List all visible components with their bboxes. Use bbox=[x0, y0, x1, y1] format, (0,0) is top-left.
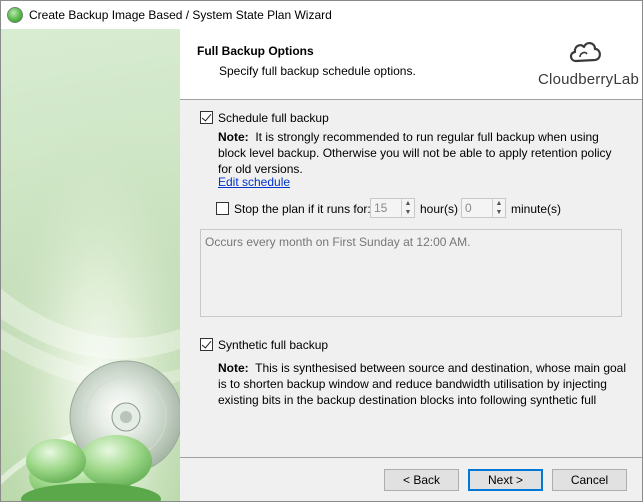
hours-unit-label: hour(s) bbox=[420, 202, 459, 216]
synthetic-note: Note: This is synthesised between source… bbox=[218, 360, 628, 408]
title-bar[interactable]: Create Backup Image Based / System State… bbox=[1, 1, 642, 29]
stop-plan-label[interactable]: Stop the plan if it runs for: bbox=[234, 202, 371, 216]
minutes-unit-label: minute(s) bbox=[511, 202, 562, 216]
cancel-button[interactable]: Cancel bbox=[552, 469, 627, 491]
note-text: It is strongly recommended to run regula… bbox=[218, 130, 612, 176]
chevron-down-icon[interactable]: ▼ bbox=[493, 208, 505, 217]
schedule-summary-box[interactable]: Occurs every month on First Sunday at 12… bbox=[200, 229, 622, 317]
back-button[interactable]: < Back bbox=[384, 469, 459, 491]
sidebar-illustration bbox=[1, 29, 180, 501]
stop-plan-checkbox[interactable] bbox=[216, 202, 229, 215]
note-label: Note: bbox=[218, 361, 249, 375]
hours-stepper[interactable]: 15 ▲ ▼ bbox=[370, 198, 415, 218]
synthetic-full-backup-label[interactable]: Synthetic full backup bbox=[218, 338, 328, 352]
schedule-full-note: Note: It is strongly recommended to run … bbox=[218, 129, 628, 177]
disc-cloud-illustration-icon bbox=[1, 29, 180, 501]
note-label: Note: bbox=[218, 130, 249, 144]
chevron-down-icon[interactable]: ▼ bbox=[402, 208, 414, 217]
hours-value: 15 bbox=[374, 201, 388, 215]
note-text: This is synthesised between source and d… bbox=[218, 361, 627, 407]
chevron-up-icon[interactable]: ▲ bbox=[402, 199, 414, 208]
options-panel: Schedule full backup Note: It is strongl… bbox=[180, 101, 642, 455]
wizard-header: Full Backup Options Specify full backup … bbox=[180, 29, 642, 100]
cloudberry-logo: CloudberryLab bbox=[536, 37, 639, 93]
edit-schedule-link[interactable]: Edit schedule bbox=[218, 175, 290, 189]
schedule-full-backup-checkbox[interactable] bbox=[200, 111, 213, 124]
logo-text: CloudberryLab bbox=[538, 71, 639, 88]
footer-divider bbox=[180, 457, 642, 458]
window-title: Create Backup Image Based / System State… bbox=[29, 8, 332, 22]
cloud-logo-icon bbox=[569, 42, 601, 63]
wizard-window: Create Backup Image Based / System State… bbox=[0, 0, 643, 502]
app-icon bbox=[7, 7, 23, 23]
schedule-full-backup-label[interactable]: Schedule full backup bbox=[218, 111, 329, 125]
synthetic-full-backup-checkbox[interactable] bbox=[200, 338, 213, 351]
minutes-stepper[interactable]: 0 ▲ ▼ bbox=[461, 198, 506, 218]
page-subtitle: Specify full backup schedule options. bbox=[219, 64, 416, 78]
page-title: Full Backup Options bbox=[197, 44, 314, 58]
schedule-summary-text: Occurs every month on First Sunday at 12… bbox=[205, 235, 471, 249]
chevron-up-icon[interactable]: ▲ bbox=[493, 199, 505, 208]
next-button[interactable]: Next > bbox=[468, 469, 543, 491]
hours-stepper-buttons: ▲ ▼ bbox=[401, 199, 414, 217]
minutes-value: 0 bbox=[465, 201, 472, 215]
minutes-stepper-buttons: ▲ ▼ bbox=[492, 199, 505, 217]
